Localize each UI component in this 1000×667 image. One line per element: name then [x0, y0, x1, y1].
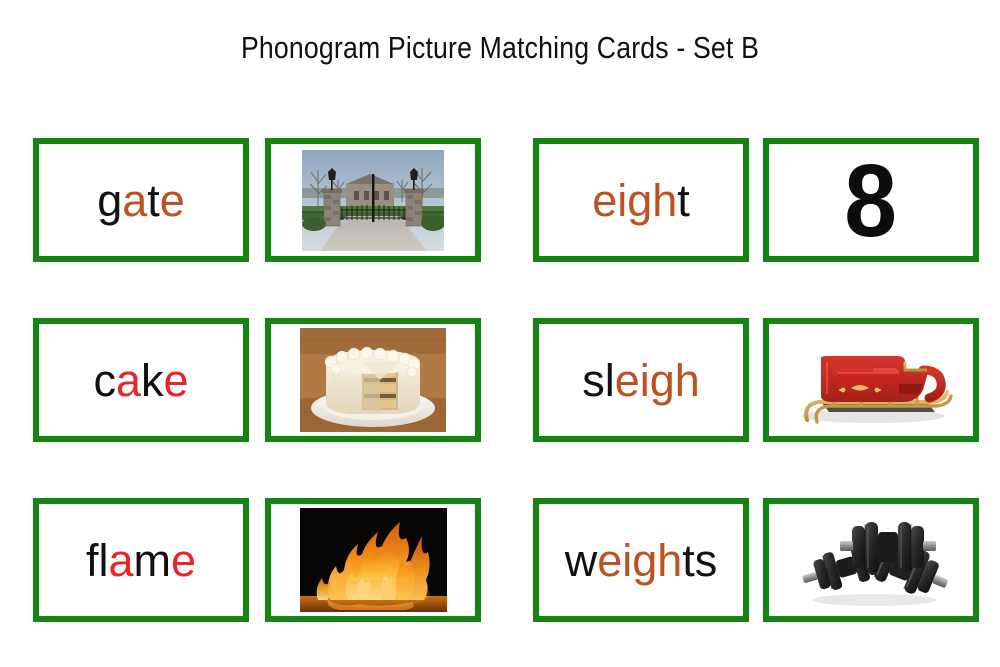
word-segment: e [171, 534, 197, 586]
word-text-cake: cake [93, 358, 188, 403]
picture-card-flame[interactable] [265, 498, 481, 622]
word-segment: sl [582, 354, 615, 406]
card-inner [271, 504, 475, 616]
word-segment: a [122, 174, 148, 226]
picture-card-sleigh[interactable] [763, 318, 979, 442]
word-segment: a [108, 534, 134, 586]
word-segment: t [677, 174, 690, 226]
word-text-weights: weights [565, 538, 718, 583]
card-inner: weights [539, 504, 743, 616]
page-title: Phonogram Picture Matching Cards - Set B [240, 30, 760, 65]
numeral-eight: 8 [844, 144, 898, 256]
word-segment: c [93, 354, 116, 406]
card-inner: flame [39, 504, 243, 616]
sleigh-photo [777, 328, 965, 432]
card-inner: 8 [769, 144, 973, 256]
word-segment: e [159, 174, 185, 226]
word-card-gate[interactable]: gate [33, 138, 249, 262]
picture-card-weights[interactable] [763, 498, 979, 622]
word-segment: k [141, 354, 164, 406]
word-text-gate: gate [97, 178, 185, 223]
word-segment: eigh [592, 174, 678, 226]
word-segment: w [564, 534, 598, 586]
card-inner [769, 504, 973, 616]
word-card-weights[interactable]: weights [533, 498, 749, 622]
word-card-cake[interactable]: cake [33, 318, 249, 442]
word-segment: eigh [597, 534, 683, 586]
picture-card-cake[interactable] [265, 318, 481, 442]
word-segment: fl [85, 534, 109, 586]
picture-card-gate[interactable] [265, 138, 481, 262]
cake-photo [300, 328, 446, 432]
word-segment: e [163, 354, 189, 406]
word-text-flame: flame [86, 538, 196, 583]
gate-photo [302, 149, 444, 251]
word-segment: g [97, 174, 123, 226]
picture-card-eight[interactable]: 8 [763, 138, 979, 262]
word-card-sleigh[interactable]: sleigh [533, 318, 749, 442]
word-card-eight[interactable]: eight [533, 138, 749, 262]
card-inner [271, 144, 475, 256]
word-text-eight: eight [592, 178, 690, 223]
card-inner: cake [39, 324, 243, 436]
word-segment: eigh [614, 354, 700, 406]
card-inner: sleigh [539, 324, 743, 436]
flame-photo [299, 508, 447, 612]
word-segment: t [147, 174, 160, 226]
card-inner: eight [539, 144, 743, 256]
word-card-flame[interactable]: flame [33, 498, 249, 622]
word-segment: m [133, 534, 172, 586]
card-inner: gate [39, 144, 243, 256]
word-segment: ts [682, 534, 718, 586]
word-segment: a [115, 354, 141, 406]
card-inner [271, 324, 475, 436]
card-inner [769, 324, 973, 436]
weights-photo [782, 508, 960, 612]
word-text-sleigh: sleigh [582, 358, 700, 403]
